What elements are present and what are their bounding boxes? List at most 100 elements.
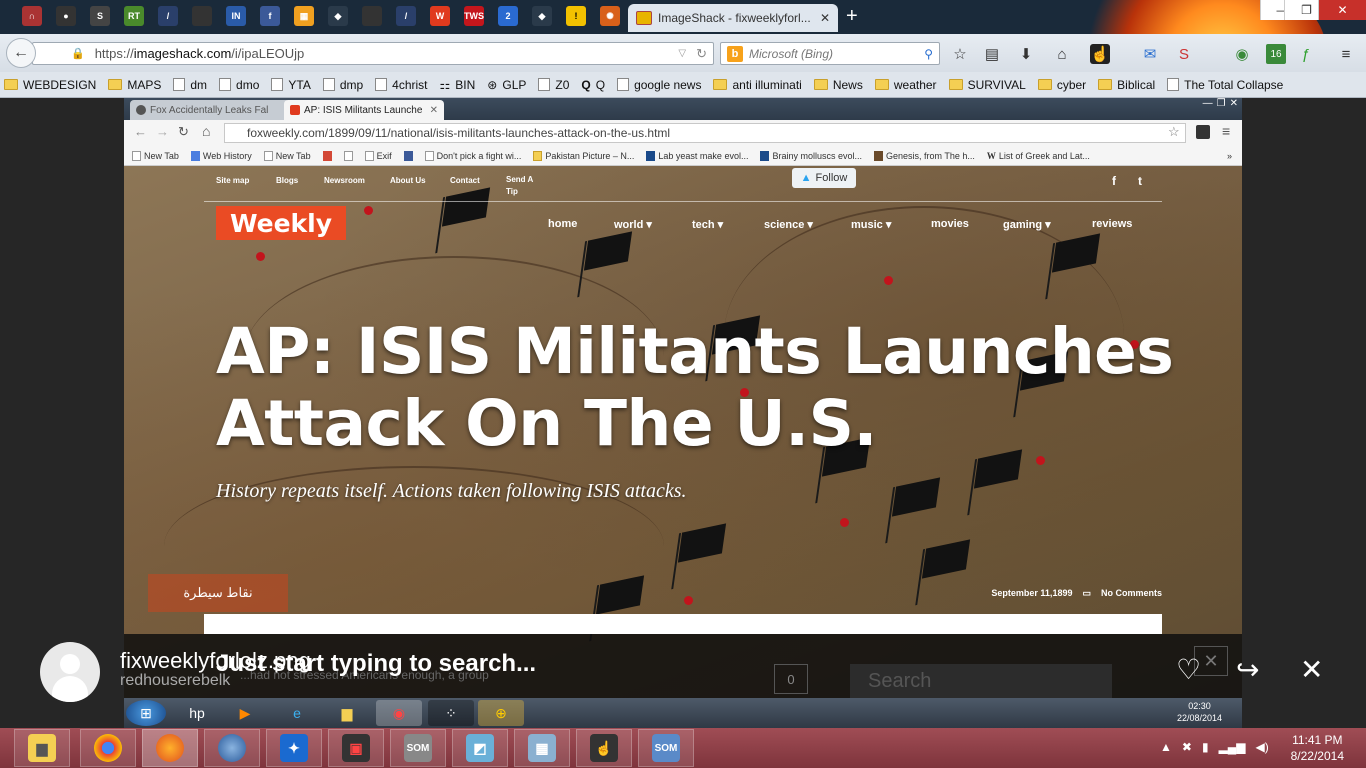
mail-icon[interactable]: ✉ [1140,44,1160,64]
bookmark-item[interactable]: weather [874,78,937,92]
bookmark-item[interactable]: anti illuminati [713,78,802,92]
taskbar-chrome[interactable] [80,729,136,767]
tab-imageshack[interactable]: ImageShack - fixweeklyforl... ✕ [628,4,838,32]
inner-bookmark: New Tab [132,150,179,161]
article-date: September 11,1899 [991,588,1073,598]
uploader-username[interactable]: redhouserebelk [120,672,230,690]
tray-app-icon[interactable]: ✖ [1182,740,1192,754]
bookmark-star-icon[interactable]: ☆ [950,44,970,64]
pinned-tab-icon[interactable]: ◆ [532,6,552,26]
new-tab-button[interactable]: + [846,6,858,26]
pinned-tab-icon[interactable]: 2 [498,6,518,26]
search-icon[interactable]: ⚲ [924,47,933,61]
bookmark-item[interactable]: dmp [322,78,363,92]
taskbar-movie-maker[interactable]: ✦ [266,729,322,767]
taskbar-som[interactable]: SOM [638,729,694,767]
avatar[interactable] [40,642,100,702]
download-icon[interactable]: ⬇ [1016,44,1036,64]
folder-icon [108,79,123,90]
pinned-tab-icon[interactable]: ✺ [600,6,620,26]
taskbar-calculator[interactable]: ▦ [514,729,570,767]
menu-icon[interactable]: ≡ [1336,44,1356,64]
bookmark-item[interactable]: MAPS [108,78,161,92]
flag-marker [891,477,941,517]
pinned-tab-icon[interactable]: IN [226,6,246,26]
bookmark-item[interactable]: YTA [271,78,311,92]
home-icon: ⌂ [202,123,211,139]
site-menu-item: gaming ▾ [1003,219,1051,231]
blackberry-icon: ⁘ [428,700,474,726]
share-icon[interactable]: ↪ [1236,656,1259,684]
taskbar-app[interactable]: ◩ [452,729,508,767]
bookmark-item[interactable]: The Total Collapse [1167,78,1283,92]
bookmark-item[interactable]: News [813,78,863,92]
bookmark-item[interactable]: 4christ [375,78,428,92]
pinned-tab-icon[interactable]: RT [124,6,144,26]
extension-icon[interactable]: S [1174,44,1194,64]
pinned-tab-icon[interactable]: TWS [464,6,484,26]
bookmark-item[interactable]: cyber [1037,78,1086,92]
taskbar-app[interactable]: ☝ [576,729,632,767]
close-window-button[interactable]: ✕ [1318,0,1366,20]
taskbar-thunderbird[interactable] [204,729,260,767]
extension-icon[interactable]: ◉ [1232,44,1252,64]
bookmark-item[interactable]: ⊛ GLP [487,78,526,92]
home-icon[interactable]: ⌂ [1052,44,1072,64]
signal-icon[interactable]: ▂▄▆ [1219,740,1246,754]
warning-icon[interactable]: ! [566,6,586,26]
show-hidden-icons-icon[interactable]: ▲ [1160,740,1172,754]
like-heart-icon[interactable]: ♡ [1176,656,1201,684]
bookmark-item[interactable]: WEBDESIGN [4,78,96,92]
pinned-tab-icon[interactable]: / [396,6,416,26]
follow-label: Follow [815,172,848,184]
taskbar-app[interactable]: ▣ [328,729,384,767]
bookmarks-list-icon[interactable]: ▤ [982,44,1002,64]
pinned-tab-icon[interactable]: ∩ [22,6,42,26]
site-link: Send A Tip [506,175,533,196]
taskbar-som[interactable]: SOM [390,729,446,767]
search-bar[interactable]: b Microsoft (Bing) ⚲ [720,42,940,65]
bookmark-item[interactable]: QQ [581,78,605,92]
bookmark-item[interactable]: SURVIVAL [948,78,1026,92]
pinned-tab-icon[interactable] [192,6,212,26]
bing-icon[interactable]: b [727,45,743,62]
menu-icon: ≡ [1222,123,1231,139]
bookmark-item[interactable]: dm [173,78,207,92]
bookmark-item[interactable]: Z0 [538,78,569,92]
back-button[interactable]: ← [6,38,36,68]
pinned-tab-icon[interactable] [362,6,382,26]
pinned-tab-icon[interactable]: S [90,6,110,26]
battery-icon[interactable]: ▮ [1202,740,1209,754]
bookmark-item[interactable]: dmo [219,78,259,92]
url-bar[interactable]: 🔒 https://imageshack.com/i/ipaLEOUjp ▽ ↻ [32,42,714,65]
close-tab-icon[interactable]: ✕ [820,11,830,25]
volume-icon[interactable]: ◀) [1256,740,1269,754]
bookmark-item[interactable]: google news [617,78,701,92]
folder-icon: ▆ [341,704,353,721]
map-dot [256,252,265,261]
reload-icon[interactable]: ↻ [696,46,713,62]
pinned-tab-icon[interactable]: W [430,6,450,26]
extension-badge-icon[interactable]: 16 [1266,44,1286,64]
taskbar-explorer[interactable]: ▆ [14,729,70,767]
pinned-tab-icon[interactable]: / [158,6,178,26]
facebook-icon[interactable]: f [260,6,280,26]
site-link: Contact [450,176,480,185]
page-icon [271,78,284,91]
dropdown-icon[interactable]: ▽ [678,48,686,59]
inner-tab-bar: Fox Accidentally Leaks Fal AP: ISIS Mili… [124,98,1242,120]
pinned-tab-icon[interactable]: ▦ [294,6,314,26]
pinned-tab-icon[interactable]: ● [56,6,76,26]
bookmark-item[interactable]: ⚏ BIN [440,78,476,92]
extension-icon[interactable]: ☝ [1090,44,1110,64]
extension-icon[interactable]: ƒ [1296,44,1316,64]
taskbar-firefox[interactable] [142,729,198,767]
close-viewer-icon[interactable]: ✕ [1300,656,1323,684]
bookmark-item[interactable]: Biblical [1098,78,1155,92]
clock-date: 8/22/2014 [1290,749,1344,763]
page-icon [538,78,551,91]
inner-taskbar: ⊞ hp ▶ e ▆ ◉ ⁘ ⊕ 02:30 22/08/2014 [124,698,1242,728]
system-clock[interactable]: 11:41 PM 8/22/2014 [1291,732,1344,764]
imageshack-icon [636,11,652,25]
pinned-tab-icon[interactable]: ◆ [328,6,348,26]
